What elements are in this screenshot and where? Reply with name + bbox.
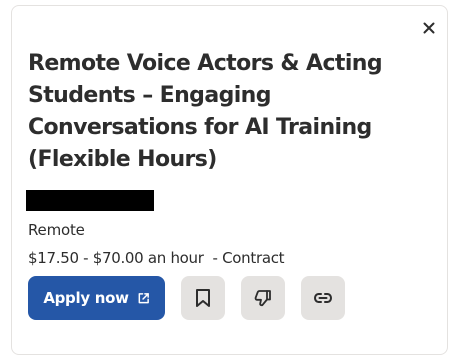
close-icon xyxy=(423,22,435,34)
thumbs-down-icon xyxy=(253,288,273,308)
close-button[interactable] xyxy=(420,19,437,36)
job-location: Remote xyxy=(28,221,85,239)
job-salary: $17.50 - $70.00 an hour - Contract xyxy=(28,249,285,267)
external-link-icon xyxy=(137,292,150,305)
link-icon xyxy=(313,292,333,304)
bookmark-icon xyxy=(195,288,211,308)
job-title: Remote Voice Actors & Acting Students – … xyxy=(28,51,383,172)
apply-now-button[interactable]: Apply now xyxy=(28,276,165,320)
apply-now-label: Apply now xyxy=(43,289,129,307)
copy-link-button[interactable] xyxy=(301,276,345,320)
save-job-button[interactable] xyxy=(181,276,225,320)
company-name-redacted xyxy=(26,190,154,211)
not-interested-button[interactable] xyxy=(241,276,285,320)
